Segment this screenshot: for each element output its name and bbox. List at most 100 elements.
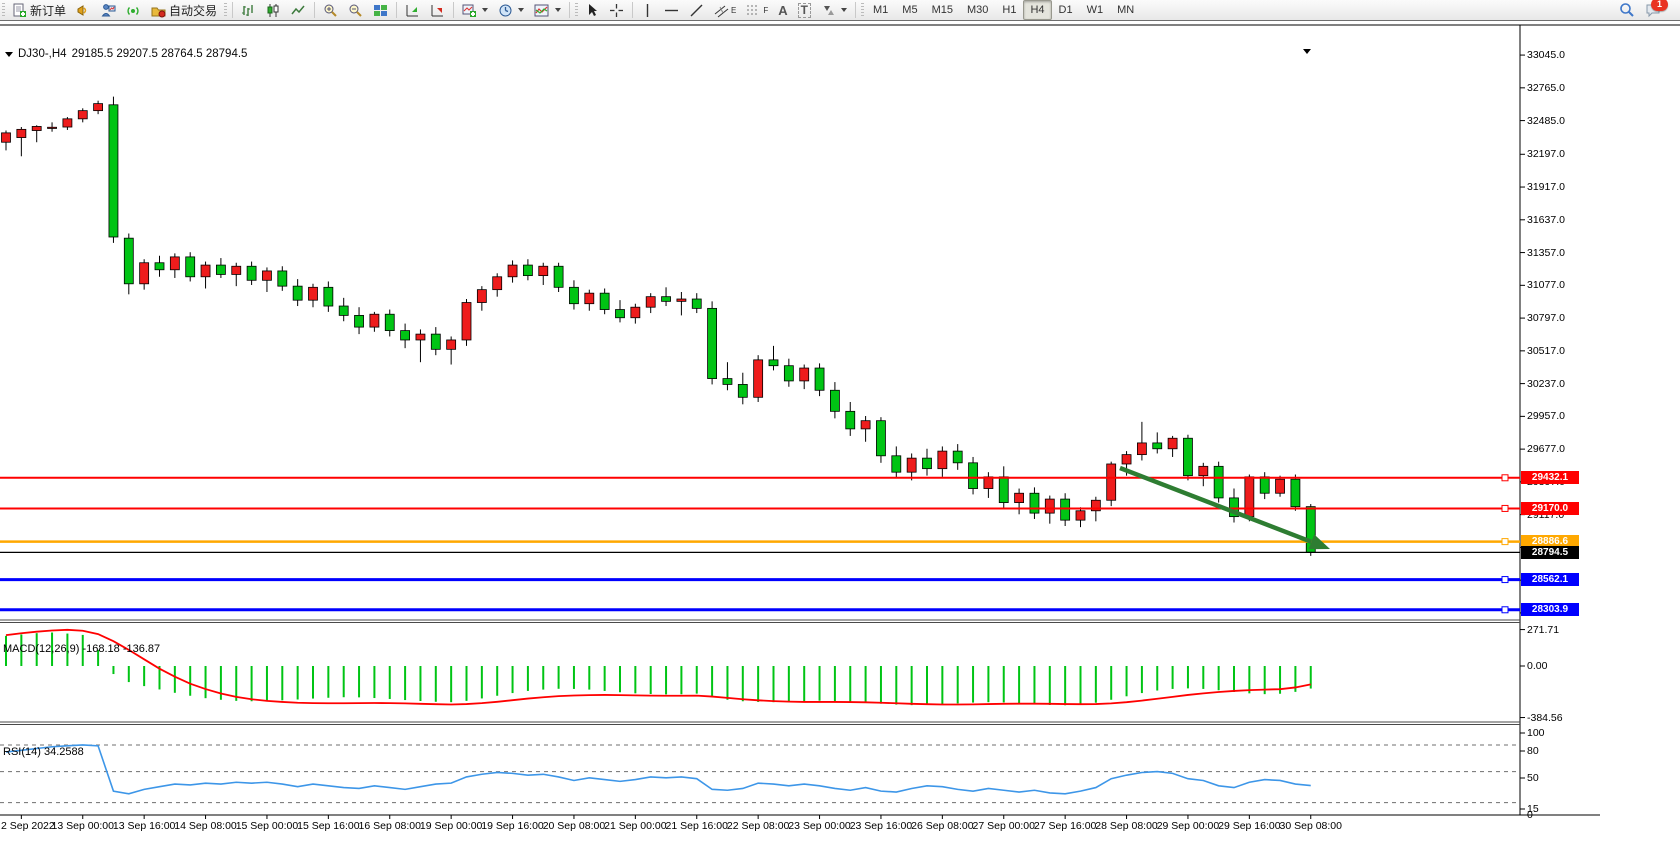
search-button[interactable] [1615, 0, 1639, 20]
candle [155, 263, 164, 270]
candle [186, 257, 195, 277]
chart-down-icon [430, 3, 445, 18]
candle [523, 265, 532, 276]
zoom-in-icon [323, 3, 338, 18]
timeframe-button-m15[interactable]: M15 [925, 0, 960, 20]
timeframe-button-d1[interactable]: D1 [1052, 0, 1080, 20]
new-chart-button[interactable] [458, 0, 492, 20]
candle [278, 271, 287, 286]
timeframe-button-h4[interactable]: H4 [1023, 0, 1051, 20]
candle [585, 293, 594, 304]
channel-tool-button[interactable]: E [710, 0, 740, 20]
toolbar-separator [314, 2, 315, 18]
candle [1291, 479, 1300, 506]
new-order-button[interactable]: 新订单 [8, 0, 70, 20]
candle [109, 105, 118, 237]
candle [692, 299, 701, 308]
candle [309, 287, 318, 300]
arrows-shapes-icon [821, 3, 836, 18]
new-order-label: 新订单 [30, 2, 66, 19]
line-chart-button[interactable] [287, 0, 310, 20]
fibonacci-icon [746, 3, 762, 18]
tile-windows-button[interactable] [369, 0, 392, 20]
data-window-button[interactable] [426, 0, 449, 20]
candle [416, 334, 425, 340]
timeframe-button-h1[interactable]: H1 [995, 0, 1023, 20]
zoom-out-button[interactable] [344, 0, 367, 20]
candle [1214, 466, 1223, 498]
candle [1015, 493, 1024, 502]
horizontal-line-tool-button[interactable] [660, 0, 683, 20]
candle [2, 133, 11, 142]
timeframe-button-mn[interactable]: MN [1110, 0, 1141, 20]
news-button[interactable] [72, 0, 95, 20]
indicators-button[interactable] [530, 0, 565, 20]
horizontal-line-icon [664, 3, 679, 18]
fibonacci-tool-button[interactable]: F [742, 0, 772, 20]
candle [1276, 479, 1285, 493]
candle [17, 129, 26, 137]
signal-button[interactable] [122, 0, 145, 20]
candle [339, 306, 348, 315]
text-tool-button[interactable]: A [774, 0, 791, 20]
horn-icon [76, 3, 91, 18]
candle [1045, 499, 1054, 513]
text-label-tool-button[interactable]: T [794, 0, 815, 20]
timeframe-button-m30[interactable]: M30 [960, 0, 995, 20]
signal-icon [126, 3, 141, 18]
candle [784, 366, 793, 381]
chart-menu-caret-icon[interactable] [1303, 49, 1311, 54]
toolbar-separator [396, 2, 397, 18]
hline-handle[interactable] [1502, 505, 1508, 511]
candle-chart-button[interactable] [262, 0, 285, 20]
toolbar: 新订单 自动交易 [0, 0, 1680, 21]
hline-handle[interactable] [1502, 577, 1508, 583]
symbol-dropdown-caret-icon[interactable] [5, 52, 13, 57]
profiles-button[interactable] [401, 0, 424, 20]
timeframe-button-m5[interactable]: M5 [895, 0, 924, 20]
time-axis[interactable] [21, 815, 1310, 819]
crosshair-tool-button[interactable] [605, 0, 628, 20]
candle [447, 340, 456, 349]
candle [201, 265, 210, 277]
candle [539, 266, 548, 275]
price-axis[interactable] [1520, 55, 1525, 613]
candle [646, 297, 655, 308]
timeframe-button-w1[interactable]: W1 [1080, 0, 1111, 20]
mt4-window: 新订单 自动交易 [0, 0, 1680, 845]
arrows-tool-button[interactable] [817, 0, 851, 20]
trendline-tool-button[interactable] [685, 0, 708, 20]
terminal-button[interactable] [97, 0, 120, 20]
candle [631, 307, 640, 318]
chart-plot-area[interactable] [0, 0, 1680, 845]
cursor-tool-button[interactable] [581, 0, 603, 20]
zoom-in-button[interactable] [319, 0, 342, 20]
rsi-indicator-label: RSI(14) 34.2588 [3, 746, 84, 758]
candle [232, 266, 241, 274]
candle [1153, 443, 1162, 449]
chart-symbol-period: DJ30-,H4 [18, 48, 67, 60]
candle [63, 119, 72, 127]
candle [32, 126, 41, 130]
candle [677, 299, 686, 301]
candle [293, 286, 302, 300]
chat-button[interactable]: 1 [1641, 0, 1666, 20]
candle [170, 257, 179, 270]
timeframe-button-m1[interactable]: M1 [866, 0, 895, 20]
candle [1030, 493, 1039, 513]
hline-handle[interactable] [1502, 539, 1508, 545]
vertical-line-tool-button[interactable] [637, 0, 658, 20]
hline-handle[interactable] [1502, 475, 1508, 481]
dropdown-caret-icon [841, 8, 847, 12]
periodicity-button[interactable] [494, 0, 528, 20]
auto-trading-button[interactable]: 自动交易 [147, 0, 221, 20]
candle [600, 293, 609, 309]
hline-handle[interactable] [1502, 607, 1508, 613]
candle [815, 368, 824, 390]
cursor-icon [585, 3, 599, 18]
candle [1061, 499, 1070, 520]
bar-chart-button[interactable] [237, 0, 260, 20]
candle [1107, 464, 1116, 500]
text-tool-icon: A [778, 3, 787, 18]
candle [1122, 455, 1131, 464]
